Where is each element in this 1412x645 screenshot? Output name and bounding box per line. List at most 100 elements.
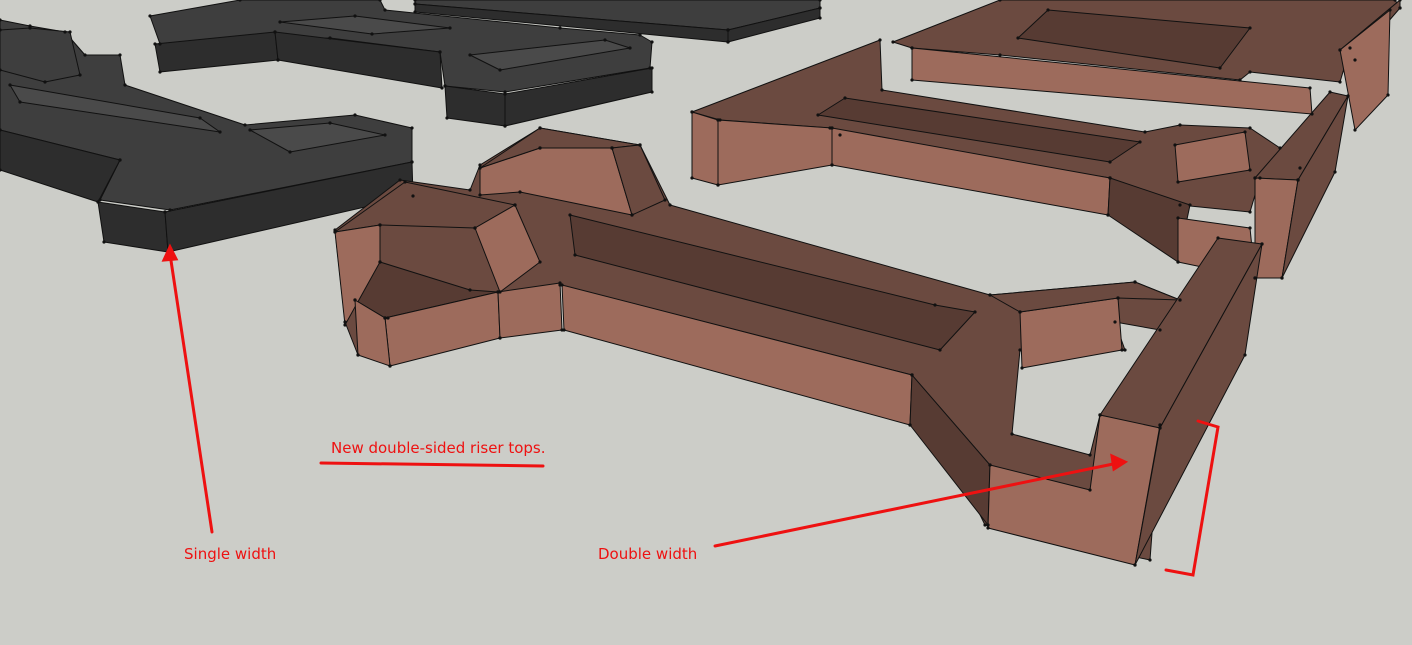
vertex-dot: [1010, 432, 1014, 436]
vertex-dot: [650, 40, 654, 44]
vertex-dot: [1113, 320, 1117, 324]
vertex-dot: [988, 463, 992, 467]
vertex-dot: [1178, 298, 1182, 302]
vertex-dot: [1098, 413, 1102, 417]
vertex-dot: [83, 53, 87, 57]
vertex-dot: [650, 90, 654, 94]
vertex-dot: [118, 158, 122, 162]
vertex-dot: [410, 160, 414, 164]
vertex-dot: [1176, 180, 1180, 184]
vertex-dot: [1116, 296, 1120, 300]
vertex-dot: [1133, 280, 1137, 284]
vertex-dot: [1088, 453, 1092, 457]
vertex-dot: [353, 14, 357, 18]
vertex-dot: [386, 316, 390, 320]
vertex-dot: [288, 150, 292, 154]
vertex-dot: [333, 230, 337, 234]
vertex-dot: [663, 198, 667, 202]
vertex-dot: [908, 423, 912, 427]
vertex-dot: [1173, 143, 1177, 147]
vertex-dot: [818, 16, 822, 20]
vertex-dot: [910, 46, 914, 50]
vertex-dot: [1258, 176, 1262, 180]
vertex-dot: [1133, 563, 1137, 567]
vertex-dot: [1298, 166, 1302, 170]
vertex-dot: [513, 203, 517, 207]
vertex-dot: [1020, 366, 1024, 370]
dark-left-base-front: [97, 201, 169, 253]
vertex-dot: [628, 46, 632, 50]
vertex-dot: [440, 86, 444, 90]
vertex-dot: [383, 316, 387, 320]
vertex-dot: [276, 58, 280, 62]
vertex-dot: [1248, 126, 1252, 130]
vertex-dot: [1253, 176, 1257, 180]
vertex-dot: [1338, 80, 1342, 84]
vertex-dot: [28, 26, 32, 30]
vertex-dot: [1260, 242, 1264, 246]
vertex-dot: [68, 30, 72, 34]
vertex-dot: [690, 176, 694, 180]
vertex-dot: [498, 336, 502, 340]
vertex-dot: [843, 96, 847, 100]
vertex-dot: [218, 130, 222, 134]
vertex-dot: [158, 70, 162, 74]
vertex-dot: [986, 526, 990, 530]
vertex-dot: [630, 213, 634, 217]
vertex-dot: [473, 226, 477, 230]
vertex-dot: [118, 53, 122, 57]
vertex-dot: [1248, 70, 1252, 74]
vertex-dot: [538, 126, 542, 130]
vertex-dot: [356, 353, 360, 357]
vertex-dot: [568, 213, 572, 217]
vertex-dot: [328, 36, 332, 40]
vertex-dot: [278, 20, 282, 24]
vertex-dot: [1353, 58, 1357, 62]
vertex-dot: [168, 208, 172, 212]
vertex-dot: [1348, 46, 1352, 50]
vertex-dot: [1018, 348, 1022, 352]
vertex-dot: [1310, 112, 1314, 116]
vertex-dot: [1388, 8, 1392, 12]
vertex-dot: [716, 183, 720, 187]
vertex-dot: [562, 328, 566, 332]
vertex-dot: [443, 84, 447, 88]
vertex-dot: [1120, 348, 1124, 352]
vertex-dot: [198, 116, 202, 120]
vertex-dot: [153, 42, 157, 46]
vertex-dot: [1188, 203, 1192, 207]
vertex-dot: [1248, 168, 1252, 172]
vertex-dot: [158, 42, 162, 46]
vertex-dot: [1016, 36, 1020, 40]
vertex-dot: [1148, 558, 1152, 562]
vertex-dot: [328, 121, 332, 125]
copper-mid-front-left: [717, 119, 833, 186]
annotation-title: New double-sided riser tops.: [331, 439, 546, 457]
double-width-label: Double width: [598, 545, 698, 563]
vertex-dot: [1176, 216, 1180, 220]
vertex-dot: [816, 113, 820, 117]
vertex-dot: [43, 80, 47, 84]
vertex-dot: [1138, 140, 1142, 144]
vertex-dot: [248, 128, 252, 132]
vertex-dot: [603, 38, 607, 42]
vertex-dot: [690, 110, 694, 114]
vertex-dot: [638, 143, 642, 147]
vertex-dot: [538, 260, 542, 264]
sketchup-viewport[interactable]: New double-sided riser tops. Single widt…: [0, 0, 1412, 645]
vertex-dot: [1123, 348, 1127, 352]
vertex-dot: [878, 38, 882, 42]
single-width-arrow-line: [168, 252, 214, 534]
copper-near-main-front: [497, 282, 563, 339]
vertex-dot: [1088, 488, 1092, 492]
vertex-dot: [8, 83, 12, 87]
vertex-dot: [1308, 86, 1312, 90]
vertex-dot: [438, 50, 442, 54]
vertex-dot: [498, 68, 502, 72]
vertex-dot: [353, 298, 357, 302]
vertex-dot: [638, 33, 642, 37]
vertex-dot: [1398, 6, 1402, 10]
vertex-dot: [383, 8, 387, 12]
vertex-dot: [1338, 48, 1342, 52]
vertex-dot: [668, 203, 672, 207]
